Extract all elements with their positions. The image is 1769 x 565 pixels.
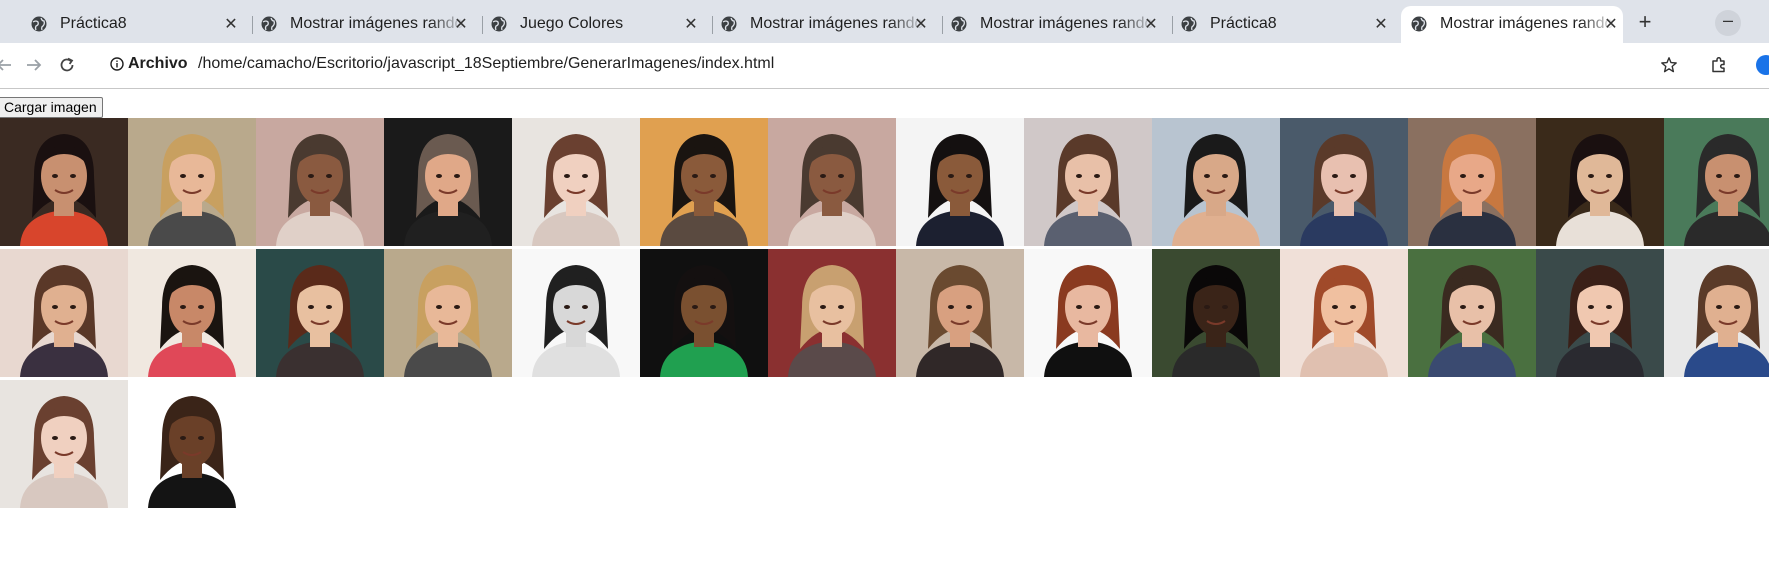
tab-close-icon[interactable]: ✕ [1602,14,1620,34]
tab-3[interactable]: Juego Colores ✕ [490,9,700,39]
back-arrow-icon[interactable] [0,51,18,79]
tab-5[interactable]: Mostrar imágenes random ✕ [950,9,1160,39]
site-info-label: Archivo [128,55,188,72]
tab-title: Práctica8 [60,15,127,32]
tab-separator [252,16,253,34]
globe-icon [1181,16,1197,32]
photo-woman-white-glasses [1280,118,1408,246]
tab-separator [712,16,713,34]
toolbar: Archivo /home/camacho/Escritorio/javascr… [0,43,1769,89]
photo-man-green-shirt [640,249,768,377]
tab-close-icon[interactable]: ✕ [1142,14,1160,34]
address-bar[interactable]: Archivo /home/camacho/Escritorio/javascr… [100,46,1670,84]
info-icon [110,57,124,71]
photo-man-dark-green-bg [1152,249,1280,377]
photo-man-blond-gray-shirt-2 [384,249,512,377]
forward-arrow-icon[interactable] [20,51,48,79]
photo-woman-bw-portrait [512,249,640,377]
globe-icon [31,16,47,32]
page-content: Cargar imagen [0,89,1769,565]
tab-2[interactable]: Mostrar imágenes random ✕ [260,9,470,39]
browser-chrome: Práctica8 ✕ Mostrar imágenes random ✕ Juego … [0,0,1769,89]
tab-separator [942,16,943,34]
tab-close-icon[interactable]: ✕ [452,14,470,34]
load-image-button[interactable]: Cargar imagen [0,97,103,118]
globe-icon [1411,16,1427,32]
photo-woman-brown-hair-teal-bg [256,249,384,377]
photo-man-beard-outdoors [896,249,1024,377]
tab-close-icon[interactable]: ✕ [222,14,240,34]
photo-man-blond-gray-shirt [128,118,256,246]
globe-icon [261,16,277,32]
globe-icon [491,16,507,32]
tab-close-icon[interactable]: ✕ [682,14,700,34]
tab-close-icon[interactable]: ✕ [912,14,930,34]
tab-4[interactable]: Mostrar imágenes random ✕ [720,9,930,39]
tab-close-icon[interactable]: ✕ [1372,14,1390,34]
tab-6[interactable]: Práctica8 ✕ [1180,9,1390,39]
photo-man-suit-white-bg [896,118,1024,246]
image-gallery [0,118,1769,518]
reload-icon[interactable] [53,51,81,79]
globe-icon [721,16,737,32]
photo-man-glasses-beard [1152,118,1280,246]
photo-woman-curly-hair-glasses-2 [768,118,896,246]
tab-title: Juego Colores [520,15,624,32]
tab-7[interactable]: Mostrar imágenes random ✕ [1410,9,1620,39]
tab-title: Mostrar imágenes random [980,15,1155,32]
photo-woman-curly-hair-glasses [256,118,384,246]
tab-separator [482,16,483,34]
tab-strip: Práctica8 ✕ Mostrar imágenes random ✕ Juego … [0,0,1769,43]
profile-avatar-icon[interactable] [1752,51,1769,79]
site-info-button[interactable]: Archivo [110,55,188,73]
photo-man-glasses-pink-shirt [128,249,256,377]
extensions-puzzle-icon[interactable] [1705,51,1733,79]
photo-man-dark-hair-orange-bg [640,118,768,246]
tab-separator [1172,16,1173,34]
photo-man-bald-black-shirt [128,380,256,508]
new-tab-plus-icon[interactable]: + [1632,9,1658,35]
photo-man-plaid-shirt [1664,249,1769,377]
minimize-icon[interactable]: – [1715,10,1741,36]
photo-woman-brown-hair-light-2 [0,380,128,508]
tab-title: Mostrar imágenes random [1440,15,1615,32]
tab-title: Mostrar imágenes random [750,15,925,32]
photo-woman-dark-hair-red-top [0,118,128,246]
url-text[interactable]: /home/camacho/Escritorio/javascript_18Se… [198,55,774,73]
photo-woman-long-hair-dark-bg [1536,118,1664,246]
tab-title: Práctica8 [1210,15,1277,32]
photo-woman-blonde-curly [768,249,896,377]
photo-woman-brown-hair-light [512,118,640,246]
globe-icon [951,16,967,32]
photo-woman-laughing-dark-hair [1536,249,1664,377]
photo-man-short-hair-green-bg [1408,249,1536,377]
tab-title: Mostrar imágenes random [290,15,465,32]
tab-1[interactable]: Práctica8 ✕ [30,9,240,39]
bookmark-star-icon[interactable] [1655,51,1683,79]
photo-man-gray-hair-suit [384,118,512,246]
photo-woman-curly-red-hair [1280,249,1408,377]
photo-man-ginger-hair [1408,118,1536,246]
photo-woman-long-wavy-hair [0,249,128,377]
photo-man-hat-beard [1664,118,1769,246]
photo-woman-short-hair-white-bg [1024,249,1152,377]
photo-woman-short-hair-smile [1024,118,1152,246]
